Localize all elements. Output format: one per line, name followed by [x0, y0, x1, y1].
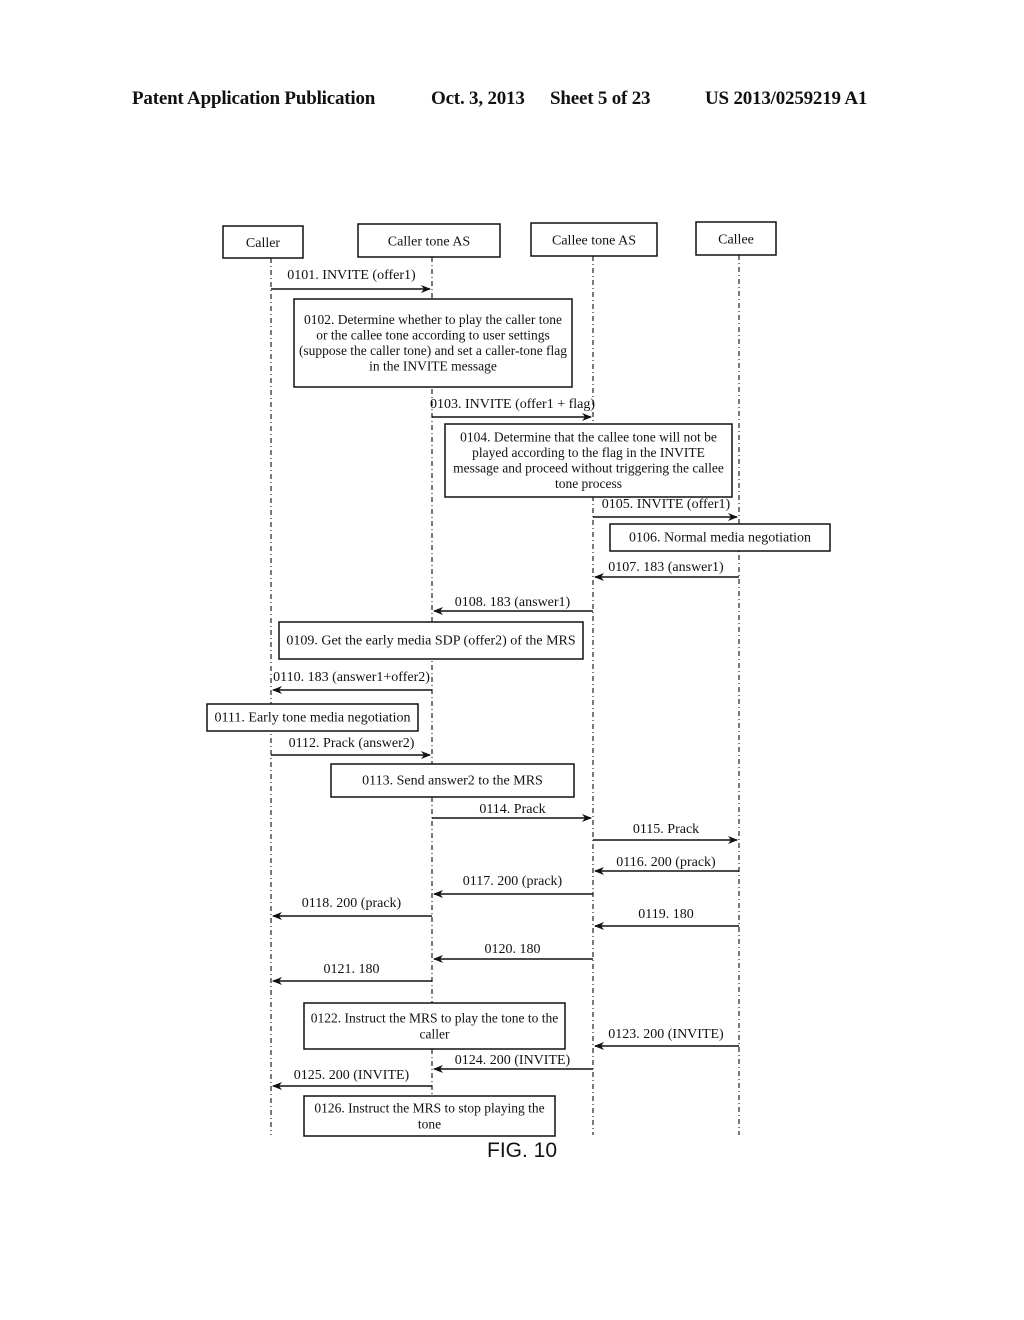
process-note-0106: 0106. Normal media negotiation: [609, 523, 831, 552]
message-label: 0110. 183 (answer1+offer2): [273, 670, 430, 685]
note-line: 0111. Early tone media negotiation: [214, 711, 410, 726]
message-0119: 0119. 180: [594, 907, 739, 930]
note-line: 0126. Instruct the MRS to stop playing t…: [314, 1101, 544, 1116]
message-label: 0112. Prack (answer2): [289, 736, 415, 751]
message-label: 0125. 200 (INVITE): [294, 1068, 410, 1083]
message-label: 0114. Prack: [479, 802, 545, 817]
note-line: 0113. Send answer2 to the MRS: [362, 774, 543, 789]
note-line: (suppose the caller tone) and set a call…: [299, 343, 567, 358]
message-0123: 0123. 200 (INVITE): [594, 1027, 739, 1050]
note-line: tone: [418, 1117, 441, 1132]
sequence-diagram: Caller Caller tone AS Callee tone AS Callee…: [206, 221, 831, 1137]
message-0105: 0105. INVITE (offer1): [593, 497, 738, 521]
message-label: 0119. 180: [638, 907, 693, 922]
message-0116: 0116. 200 (prack): [594, 855, 739, 875]
participant-callee: Callee: [695, 221, 777, 256]
message-0108: 0108. 183 (answer1): [433, 595, 593, 615]
participant-label: Caller tone AS: [388, 235, 470, 250]
message-0125: 0125. 200 (INVITE): [272, 1068, 432, 1090]
message-label: 0118. 200 (prack): [302, 896, 402, 911]
participant-label: Callee: [718, 233, 754, 248]
process-note-0111: 0111. Early tone media negotiation: [206, 703, 419, 732]
note-line: caller: [420, 1027, 450, 1042]
figure-label: FIG. 10: [487, 1139, 558, 1162]
message-label: 0103. INVITE (offer1 + flag): [430, 397, 595, 412]
message-label: 0117. 200 (prack): [463, 874, 563, 889]
message-0121: 0121. 180: [272, 962, 432, 985]
process-note-0104: 0104. Determine that the callee tone wil…: [444, 423, 733, 498]
message-0114: 0114. Prack: [432, 802, 592, 822]
message-0107: 0107. 183 (answer1): [594, 560, 739, 581]
note-line: or the callee tone according to user set…: [316, 328, 550, 343]
message-0101: 0101. INVITE (offer1): [271, 268, 431, 293]
message-0112: 0112. Prack (answer2): [271, 736, 431, 759]
participant-caller: Caller: [222, 225, 304, 259]
process-note-0102: 0102. Determine whether to play the call…: [293, 298, 573, 388]
note-line: 0104. Determine that the callee tone wil…: [460, 430, 717, 445]
note-line: in the INVITE message: [369, 359, 497, 374]
message-label: 0121. 180: [324, 962, 380, 977]
note-line: message and proceed without triggering t…: [453, 461, 724, 476]
message-label: 0124. 200 (INVITE): [455, 1053, 571, 1068]
note-line: played according to the flag in the INVI…: [472, 445, 705, 460]
note-line: 0109. Get the early media SDP (offer2) o…: [286, 634, 575, 649]
message-label: 0123. 200 (INVITE): [608, 1027, 724, 1042]
message-0110: 0110. 183 (answer1+offer2): [272, 670, 432, 694]
message-label: 0115. Prack: [633, 822, 699, 837]
message-0118: 0118. 200 (prack): [272, 896, 432, 920]
process-note-0109: 0109. Get the early media SDP (offer2) o…: [278, 621, 584, 660]
process-note-0113: 0113. Send answer2 to the MRS: [330, 763, 575, 798]
message-label: 0107. 183 (answer1): [608, 560, 724, 575]
message-0103: 0103. INVITE (offer1 + flag): [430, 397, 595, 421]
message-label: 0101. INVITE (offer1): [287, 268, 416, 283]
message-0120: 0120. 180: [433, 942, 593, 963]
message-0124: 0124. 200 (INVITE): [433, 1053, 593, 1073]
message-0115: 0115. Prack: [593, 822, 738, 844]
message-0117: 0117. 200 (prack): [433, 874, 593, 898]
message-label: 0120. 180: [485, 942, 541, 957]
participant-callee-as: Callee tone AS: [530, 222, 658, 257]
note-line: 0106. Normal media negotiation: [629, 531, 811, 546]
note-line: tone process: [555, 476, 622, 491]
message-label: 0116. 200 (prack): [616, 855, 716, 870]
participant-caller-as: Caller tone AS: [357, 223, 501, 258]
participant-label: Callee tone AS: [552, 234, 636, 249]
note-line: 0122. Instruct the MRS to play the tone …: [311, 1011, 558, 1026]
message-label: 0105. INVITE (offer1): [602, 497, 731, 512]
note-line: 0102. Determine whether to play the call…: [304, 312, 562, 327]
participant-label: Caller: [246, 236, 281, 251]
message-label: 0108. 183 (answer1): [455, 595, 571, 610]
process-note-0126: 0126. Instruct the MRS to stop playing t…: [303, 1095, 556, 1137]
process-note-0122: 0122. Instruct the MRS to play the tone …: [303, 1002, 566, 1050]
